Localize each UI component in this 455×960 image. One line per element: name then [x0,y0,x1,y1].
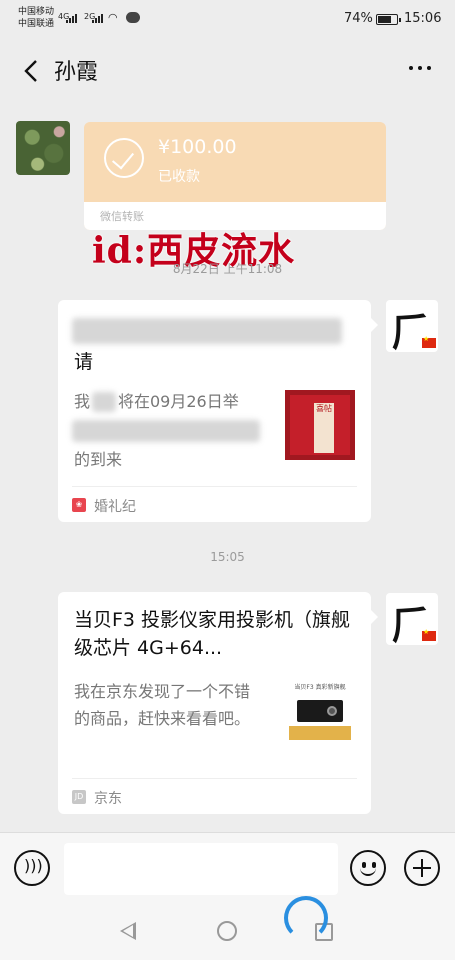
contact-avatar[interactable] [16,121,70,175]
timestamp: 8月22日 上午11:08 [172,262,283,276]
check-circle-icon [104,138,144,178]
thumb-caption: 当贝F3 真彩新旗舰 [294,684,346,691]
thumb-text: 喜帖 [316,404,332,413]
transfer-amount: ¥100.00 [158,136,237,158]
chevron-left-icon[interactable] [18,56,44,86]
watermark-logo-icon [284,896,328,940]
battery-percent: 74% [344,11,373,26]
message-input-bar: ))) [0,832,455,904]
my-avatar[interactable]: 𠂆 [386,593,438,645]
battery-icon [376,14,401,25]
plus-icon[interactable] [404,850,440,886]
nav-back-icon[interactable] [120,922,136,940]
nav-home-icon[interactable] [217,921,237,941]
card-desc-start: 我 [74,392,91,411]
source-label: 婚礼纪 [94,499,136,515]
card-source: JD 京东 [72,778,357,812]
transfer-message[interactable]: ¥100.00 已收款 微信转账 [84,122,386,230]
timestamp: 15:05 [210,550,245,564]
chat-header: 孙霞 [0,40,455,102]
source-label: 京东 [94,791,122,807]
blurred-title [72,318,342,344]
card-desc-line-3: 的到来 [74,450,123,469]
voice-icon[interactable]: ))) [14,850,50,886]
blurred-desc [72,420,260,442]
my-avatar[interactable]: 𠂆 [386,300,438,352]
status-bar: 中国移动 中国联通 4G 2G ◠ 74% 15:06 [0,0,455,40]
product-thumbnail: 当贝F3 真彩新旗舰 [285,682,355,752]
message-input[interactable] [64,843,338,895]
card-title-end: 请 [74,351,94,373]
carrier-1: 中国移动 [18,7,55,17]
wedding-thumbnail: 喜帖 [285,390,355,460]
message-notification-icon [126,12,140,23]
more-dots-icon[interactable] [409,66,431,70]
signal-bars-2-icon [92,13,103,23]
battery-fill [378,16,391,23]
product-title: 当贝F3 投影仪家用投影机（旗舰级芯片 4G+64... [74,609,351,659]
system-navigation-bar [0,904,455,960]
wedding-app-icon: ❀ [72,498,86,512]
transfer-status: 已收款 [158,169,200,185]
emoji-icon[interactable] [350,850,386,886]
card-desc-line-1: 将在09月26日举 [118,392,239,411]
wifi-icon: ◠ [108,11,118,24]
wedding-invitation-card[interactable]: 请 我 将在09月26日举 的到来 喜帖 ❀ 婚礼纪 [58,300,378,522]
carrier-names: 中国移动 中国联通 [18,6,54,30]
card-source: ❀ 婚礼纪 [72,486,357,520]
jd-icon: JD [72,790,86,804]
china-flag-icon [422,335,436,348]
contact-name: 孙霞 [54,60,99,85]
product-description: 我在京东发现了一个不错的商品，赶快来看看吧。 [74,682,251,728]
signal-bars-1-icon [66,13,77,23]
product-share-card[interactable]: 当贝F3 投影仪家用投影机（旗舰级芯片 4G+64... 我在京东发现了一个不错… [58,592,378,814]
china-flag-icon [422,628,436,641]
status-time: 15:06 [404,11,442,26]
carrier-2: 中国联通 [18,19,55,29]
